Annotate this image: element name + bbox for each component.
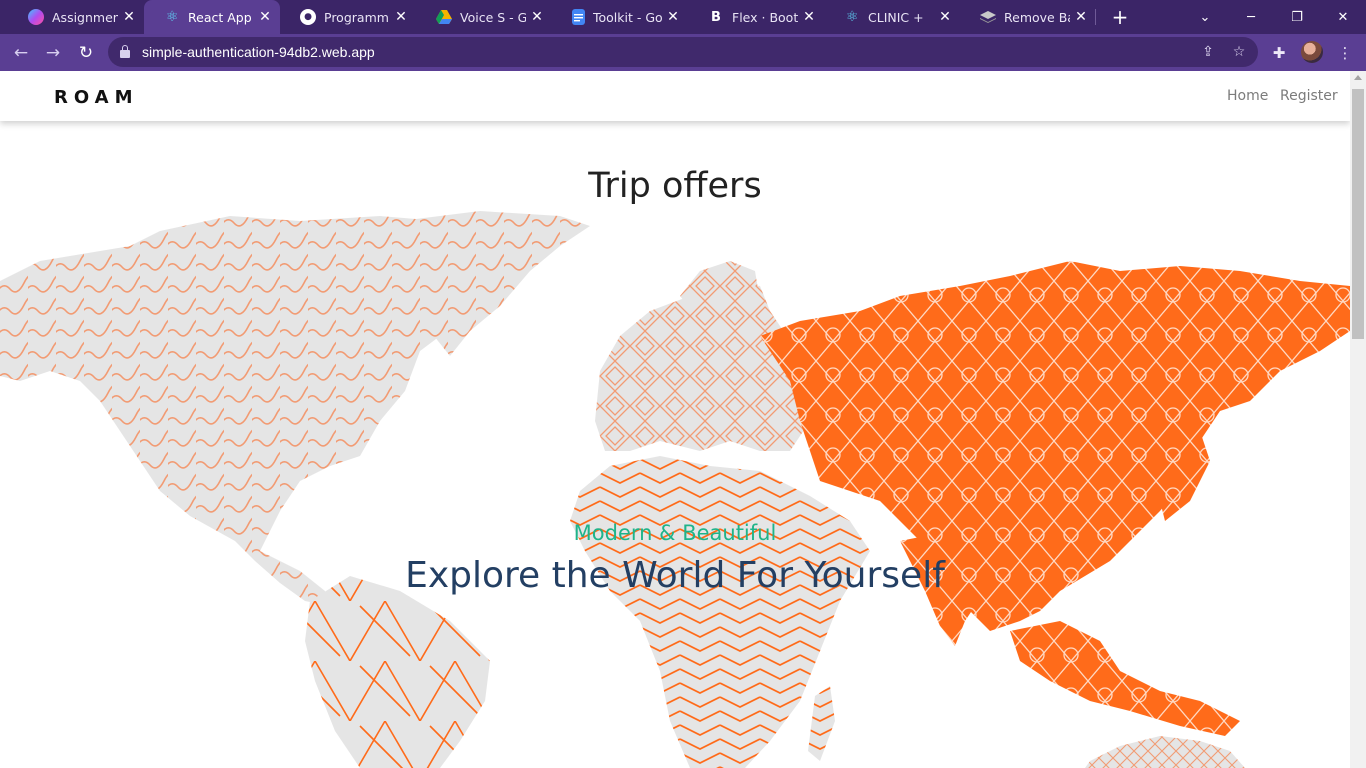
tab-voice[interactable]: Voice S - Goo ✕ bbox=[416, 0, 552, 34]
close-icon[interactable]: ✕ bbox=[934, 9, 956, 25]
tab-search-icon[interactable]: ⌄ bbox=[1182, 0, 1228, 34]
url-text[interactable]: simple-authentication-94db2.web.app bbox=[142, 44, 375, 60]
tab-title: Flex · Bootstr bbox=[732, 9, 798, 25]
tab-title: Remove Back bbox=[1004, 9, 1070, 25]
react-icon: ⚛ bbox=[165, 9, 179, 25]
close-icon[interactable]: ✕ bbox=[254, 9, 276, 25]
close-icon[interactable]: ✕ bbox=[1070, 9, 1092, 25]
nav-link-home[interactable]: Home bbox=[1227, 88, 1268, 104]
tab-assignment[interactable]: Assignment - ✕ bbox=[8, 0, 144, 34]
tab-programming[interactable]: ● Programming ✕ bbox=[280, 0, 416, 34]
close-icon[interactable]: ✕ bbox=[662, 9, 684, 25]
tab-remove-back[interactable]: Remove Back ✕ bbox=[960, 0, 1096, 34]
south-america-shape bbox=[305, 576, 490, 768]
madagascar-shape bbox=[808, 686, 835, 761]
close-icon[interactable]: ✕ bbox=[798, 9, 820, 25]
section-title: Trip offers bbox=[588, 166, 762, 206]
tab-title: Voice S - Goo bbox=[460, 9, 526, 25]
scrollbar-thumb[interactable] bbox=[1352, 89, 1364, 339]
tab-title: Assignment - bbox=[52, 9, 118, 25]
google-drive-icon bbox=[436, 9, 452, 25]
layers-icon bbox=[980, 9, 996, 25]
tab-title: Toolkit - Goo bbox=[593, 9, 662, 25]
browser-toolbar: ← → ↻ simple-authentication-94db2.web.ap… bbox=[0, 34, 1366, 71]
web-page: ROAM Home Register Trip offers Modern & … bbox=[0, 71, 1350, 768]
google-docs-icon bbox=[572, 9, 585, 25]
bootstrap-icon: B bbox=[711, 9, 721, 25]
scroll-up-icon[interactable] bbox=[1354, 75, 1362, 80]
restore-icon[interactable]: ❐ bbox=[1274, 0, 1320, 34]
profile-avatar[interactable] bbox=[1301, 41, 1323, 63]
close-icon[interactable]: ✕ bbox=[118, 9, 140, 25]
github-icon: ● bbox=[300, 9, 316, 25]
react-icon: ⚛ bbox=[845, 9, 859, 25]
bookmark-star-icon[interactable]: ☆ bbox=[1229, 42, 1249, 62]
forward-icon[interactable]: → bbox=[40, 40, 66, 66]
share-icon[interactable]: ⇪ bbox=[1198, 42, 1218, 62]
reload-icon[interactable]: ↻ bbox=[73, 40, 99, 66]
australia-shape bbox=[1085, 736, 1245, 768]
menu-kebab-icon[interactable]: ⋮ bbox=[1333, 41, 1357, 65]
back-icon[interactable]: ← bbox=[8, 40, 34, 66]
window-close-icon[interactable]: ✕ bbox=[1320, 0, 1366, 34]
tab-title: React App bbox=[188, 9, 252, 25]
tab-separator bbox=[1095, 9, 1096, 25]
site-navbar: ROAM Home Register bbox=[0, 71, 1350, 121]
hero-headline: Explore the World For Yourself bbox=[405, 555, 945, 596]
extensions-icon[interactable]: ✚ bbox=[1267, 41, 1291, 65]
hero-subtitle: Modern & Beautiful bbox=[573, 521, 777, 545]
world-map-illustration bbox=[0, 211, 1350, 768]
tab-title: Programming bbox=[324, 9, 390, 25]
address-bar[interactable]: simple-authentication-94db2.web.app ⇪ ☆ bbox=[108, 37, 1258, 67]
close-icon[interactable]: ✕ bbox=[526, 9, 548, 25]
new-tab-icon[interactable]: + bbox=[1108, 5, 1132, 29]
tab-toolkit[interactable]: Toolkit - Goo ✕ bbox=[552, 0, 688, 34]
tab-react-app[interactable]: ⚛ React App ✕ bbox=[144, 0, 280, 34]
nav-link-register[interactable]: Register bbox=[1280, 88, 1338, 104]
tab-clinic[interactable]: ⚛ CLINIC + ✕ bbox=[824, 0, 960, 34]
tab-bootstrap[interactable]: B Flex · Bootstr ✕ bbox=[688, 0, 824, 34]
tab-title: CLINIC + bbox=[868, 9, 924, 25]
gradient-app-icon bbox=[28, 9, 44, 25]
page-scrollbar[interactable] bbox=[1350, 71, 1366, 768]
brand-logo[interactable]: ROAM bbox=[54, 87, 139, 108]
southeast-asia-islands-shape bbox=[1010, 621, 1240, 736]
close-icon[interactable]: ✕ bbox=[390, 9, 412, 25]
lock-icon[interactable] bbox=[120, 45, 130, 58]
minimize-icon[interactable]: ─ bbox=[1228, 0, 1274, 34]
browser-tab-strip: Assignment - ✕ ⚛ React App ✕ ● Programmi… bbox=[0, 0, 1366, 34]
